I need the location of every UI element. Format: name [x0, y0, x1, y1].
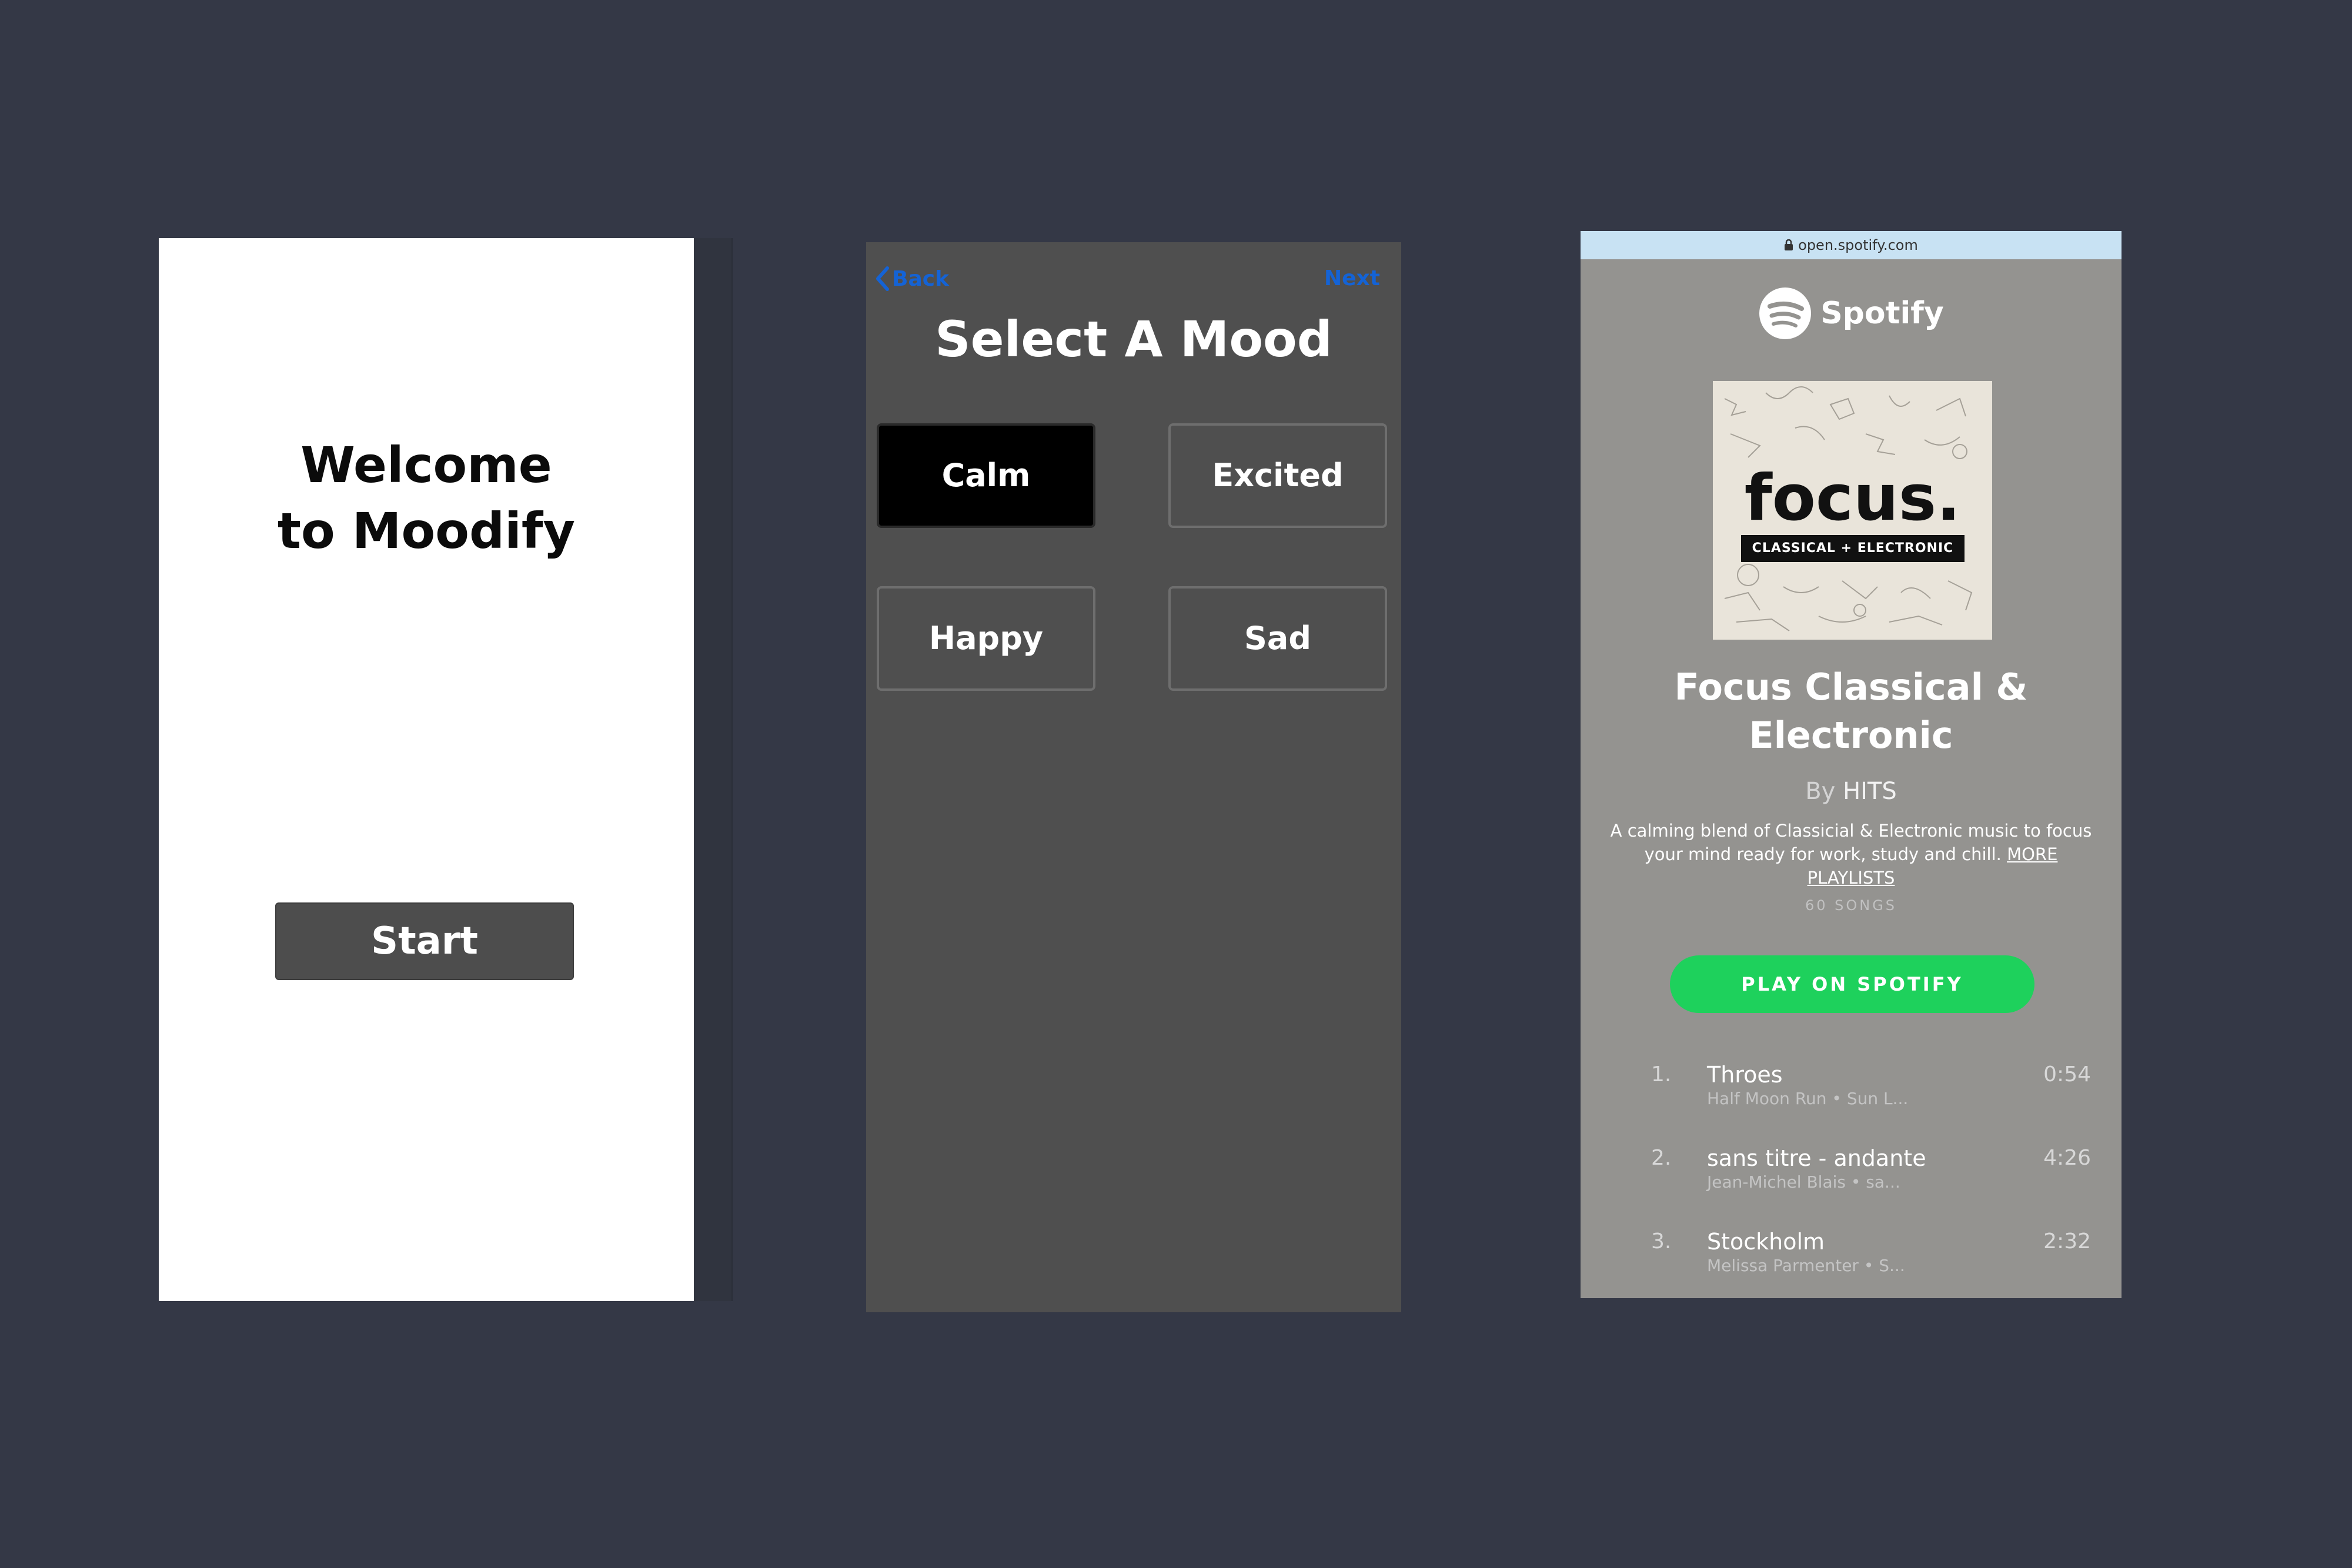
track-artist: Half Moon Run • Sun L...: [1707, 1089, 1909, 1108]
mood-button-happy[interactable]: Happy: [877, 586, 1095, 691]
mood-screen: Back Next Select A Mood Calm Excited Hap…: [866, 242, 1401, 1312]
playlist-byline: By HITS: [1581, 777, 2122, 806]
back-label: Back: [892, 266, 950, 291]
track-name: sans titre - andante: [1707, 1145, 1926, 1171]
welcome-title-line2: to Moodify: [277, 502, 576, 560]
spotify-icon: [1759, 287, 1812, 339]
track-duration: 2:32: [2043, 1229, 2091, 1253]
song-count: 60 SONGS: [1805, 897, 1897, 914]
track-row[interactable]: 3. Stockholm Melissa Parmenter • S... 2:…: [1581, 1227, 2122, 1298]
track-row[interactable]: 1. Throes Half Moon Run • Sun L... 0:54: [1581, 1060, 2122, 1131]
track-name: Throes: [1707, 1062, 1783, 1088]
url-bar[interactable]: open.spotify.com: [1581, 231, 2122, 259]
mood-button-sad[interactable]: Sad: [1168, 586, 1387, 691]
lock-icon: [1785, 239, 1793, 250]
welcome-title: Welcome to Moodify: [159, 432, 694, 564]
url-text: open.spotify.com: [1798, 237, 1918, 253]
mood-button-excited[interactable]: Excited: [1168, 423, 1387, 528]
track-name: Stockholm: [1707, 1229, 1825, 1255]
playlist-author[interactable]: HITS: [1843, 778, 1897, 805]
track-number: 1.: [1651, 1062, 1672, 1086]
track-artist: Melissa Parmenter • S...: [1707, 1256, 1905, 1275]
welcome-title-line1: Welcome: [300, 436, 552, 494]
playlist-title-line1: Focus Classical &: [1674, 666, 2028, 708]
track-number: 3.: [1651, 1229, 1672, 1253]
track-duration: 0:54: [2043, 1062, 2091, 1086]
album-subtitle: CLASSICAL + ELECTRONIC: [1741, 535, 1965, 562]
by-prefix: By: [1805, 778, 1836, 805]
next-button[interactable]: Next: [1324, 261, 1380, 296]
album-art[interactable]: focus. CLASSICAL + ELECTRONIC: [1713, 381, 1992, 640]
track-duration: 4:26: [2043, 1146, 2091, 1170]
spotify-wordmark: Spotify: [1820, 296, 1944, 331]
track-row[interactable]: 2. sans titre - andante Jean-Michel Blai…: [1581, 1144, 2122, 1214]
album-title: focus.: [1744, 462, 1961, 535]
welcome-screen-edge: [694, 238, 733, 1301]
chevron-left-icon: [876, 266, 889, 291]
mood-title: Select A Mood: [935, 310, 1332, 368]
spotify-logo[interactable]: Spotify: [1581, 287, 2122, 340]
playlist-description: A calming blend of Classicial & Electron…: [1610, 819, 2092, 890]
track-number: 2.: [1651, 1146, 1672, 1170]
playlist-title-line2: Electronic: [1749, 714, 1953, 757]
mood-button-calm[interactable]: Calm: [877, 423, 1095, 528]
playlist-title: Focus Classical & Electronic: [1604, 663, 2098, 760]
welcome-screen: Welcome to Moodify Start: [159, 238, 694, 1301]
spotify-screen: open.spotify.com Spotify focus. CLASSICA…: [1581, 231, 2122, 1298]
track-artist: Jean-Michel Blais • sa...: [1707, 1172, 1900, 1192]
play-on-spotify-button[interactable]: PLAY ON SPOTIFY: [1670, 955, 2034, 1013]
back-button[interactable]: Back: [874, 261, 949, 296]
start-button[interactable]: Start: [275, 902, 574, 980]
